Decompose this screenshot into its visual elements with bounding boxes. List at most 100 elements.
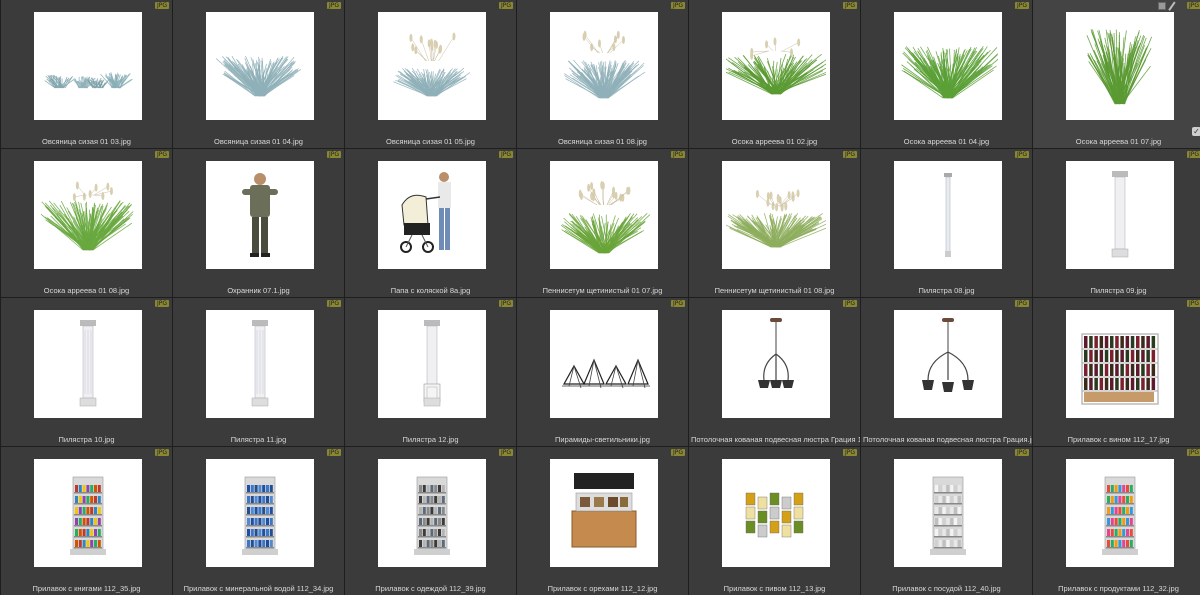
file-name-label: Прилавок с минеральной водой 112_34.jpg [183, 584, 334, 593]
file-name-label: Пилястра 11.jpg [230, 435, 287, 444]
file-type-badge: JPG [498, 2, 513, 9]
file-type-badge: JPG [842, 300, 857, 307]
thumbnail-tile[interactable]: JPG Пилястра 08.jpg [861, 149, 1032, 297]
thumbnail-tile[interactable]: JPG Осока арреева 01 08.jpg [1, 149, 172, 297]
file-type-badge: JPG [154, 449, 169, 456]
thumbnail-image[interactable] [1066, 310, 1174, 418]
thumbnail-tile[interactable]: JPG Потолочная кованая подвесная люстра Г… [689, 298, 860, 446]
thumbnail-tile[interactable]: JPG Прилавок с одеждой 112_39.jpg [345, 447, 516, 595]
thumbnail-tile[interactable]: JPG Овсяница сизая 01 08.jpg [517, 0, 688, 148]
thumbnail-image[interactable] [34, 459, 142, 567]
file-name-label: Пеннисетум щетинистый 01 08.jpg [714, 286, 835, 295]
thumbnail-image[interactable] [34, 161, 142, 269]
thumbnail-image[interactable] [894, 310, 1002, 418]
thumbnail-tile[interactable]: JPG Прилавок с вином 112_17.jpg [1033, 298, 1200, 446]
file-type-badge: JPG [498, 449, 513, 456]
grass-pennisetum-icon [560, 181, 651, 254]
thumbnail-image[interactable] [894, 161, 1002, 269]
thumbnail-image[interactable] [722, 12, 830, 120]
thumbnail-tile[interactable]: JPG Пеннисетум щетинистый 01 07.jpg [517, 149, 688, 297]
file-type-badge: JPG [1014, 300, 1029, 307]
file-name-label: Прилавок с пивом 112_13.jpg [723, 584, 826, 593]
thumbnail-image[interactable] [722, 459, 830, 567]
thumbnail-image[interactable] [34, 12, 142, 120]
dishes-rack-icon [930, 476, 966, 555]
file-type-badge: JPG [326, 449, 341, 456]
pencil-icon[interactable] [1168, 2, 1176, 10]
file-type-badge: JPG [326, 2, 341, 9]
thumbnail-tile[interactable]: JPG Осока арреева 01 07.jpg ✓ [1033, 0, 1200, 148]
file-name-label: Пеннисетум щетинистый 01 07.jpg [542, 286, 663, 295]
thumbnail-image[interactable] [722, 161, 830, 269]
grass-blue-mound-icon [215, 55, 301, 97]
thumbnail-image[interactable] [378, 310, 486, 418]
file-name-label: Пилястра 08.jpg [918, 286, 975, 295]
thumbnail-image[interactable] [1066, 161, 1174, 269]
thumbnail-tile[interactable]: JPG Потолочная кованая подвесная люстра Г… [861, 298, 1032, 446]
books-rack-icon [70, 476, 106, 555]
thumbnail-image[interactable] [206, 161, 314, 269]
thumbnail-tile[interactable]: JPG Прилавок с посудой 112_40.jpg [861, 447, 1032, 595]
file-type-badge: JPG [498, 300, 513, 307]
chandelier-icon [758, 318, 794, 388]
thumbnail-image[interactable] [722, 310, 830, 418]
file-name-label: Прилавок с посудой 112_40.jpg [892, 584, 1001, 593]
thumbnail-tile[interactable]: JPG Овсяница сизая 01 04.jpg [173, 0, 344, 148]
pilaster-slim-icon [944, 173, 952, 257]
thumbnail-tile[interactable]: JPG Пеннисетум щетинистый 01 08.jpg [689, 149, 860, 297]
thumbnail-image[interactable] [1066, 12, 1174, 120]
thumbnail-tile[interactable]: JPG Пилястра 12.jpg [345, 298, 516, 446]
thumbnail-tile[interactable]: JPG Прилавок с минеральной водой 112_34.j… [173, 447, 344, 595]
file-type-badge: JPG [670, 2, 685, 9]
thumbnail-image[interactable] [894, 12, 1002, 120]
file-name-label: Пилястра 09.jpg [1090, 286, 1147, 295]
thumbnail-tile[interactable]: JPG Папа с коляской 8a.jpg [345, 149, 516, 297]
file-name-label: Потолочная кованая подвесная люстра Грац… [691, 435, 860, 444]
checkbox-icon[interactable]: ✓ [1192, 127, 1200, 136]
thumbnail-image[interactable] [206, 310, 314, 418]
file-type-badge: JPG [842, 2, 857, 9]
thumbnail-tile[interactable]: JPG Прилавок с книгами 112_35.jpg [1, 447, 172, 595]
thumbnail-tile[interactable]: JPG Прилавок с пивом 112_13.jpg [689, 447, 860, 595]
thumbnail-tile[interactable]: JPG Прилавок с продуктами 112_32.jpg [1033, 447, 1200, 595]
file-type-badge: JPG [1186, 449, 1200, 456]
file-name-label: Прилавок с продуктами 112_32.jpg [1058, 584, 1179, 593]
thumbnail-image[interactable] [1066, 459, 1174, 567]
thumbnail-tile[interactable]: JPG Осока арреева 01 02.jpg [689, 0, 860, 148]
thumbnail-image[interactable] [378, 459, 486, 567]
file-type-badge: JPG [1014, 151, 1029, 158]
thumbnail-image[interactable] [206, 459, 314, 567]
grass-blue-tall-icon [563, 30, 646, 99]
frame-icon[interactable] [1158, 2, 1166, 10]
thumbnail-tile[interactable]: JPG Пирамиды-светильники.jpg [517, 298, 688, 446]
thumbnail-tile[interactable]: JPG Охранник 07.1.jpg [173, 149, 344, 297]
file-name-label: Потолочная кованая подвесная люстра Грац… [863, 435, 1032, 444]
file-name-label: Овсяница сизая 01 04.jpg [214, 137, 303, 146]
pilaster-ionic-icon [79, 320, 97, 407]
thumbnail-tile[interactable]: JPG Пилястра 11.jpg [173, 298, 344, 446]
thumbnail-image[interactable] [550, 310, 658, 418]
thumbnail-tile[interactable]: JPG Пилястра 10.jpg [1, 298, 172, 446]
thumbnail-image[interactable] [894, 459, 1002, 567]
thumbnail-image[interactable] [206, 12, 314, 120]
thumbnail-tile[interactable]: JPG Овсяница сизая 01 03.jpg [1, 0, 172, 148]
file-type-badge: JPG [670, 449, 685, 456]
grass-green-spiky-icon [726, 37, 826, 95]
file-type-badge: JPG [154, 2, 169, 9]
file-type-badge: JPG [154, 300, 169, 307]
thumbnail-tile[interactable]: JPG Прилавок с орехами 112_12.jpg [517, 447, 688, 595]
file-type-badge: JPG [498, 151, 513, 158]
thumbnail-tile[interactable]: JPG Пилястра 09.jpg [1033, 149, 1200, 297]
thumbnail-image[interactable] [378, 12, 486, 120]
thumbnail-image[interactable] [34, 310, 142, 418]
thumbnail-tile[interactable]: JPG Овсяница сизая 01 05.jpg [345, 0, 516, 148]
thumbnail-tile[interactable]: JPG Осока арреева 01 04.jpg [861, 0, 1032, 148]
pilaster-fluted-icon [251, 320, 269, 407]
file-type-badge: JPG [1014, 449, 1029, 456]
thumbnail-image[interactable] [550, 459, 658, 567]
thumbnail-image[interactable] [550, 12, 658, 120]
pilaster-plain-icon [1111, 171, 1129, 258]
beer-display-icon [745, 492, 804, 538]
thumbnail-image[interactable] [378, 161, 486, 269]
thumbnail-image[interactable] [550, 161, 658, 269]
